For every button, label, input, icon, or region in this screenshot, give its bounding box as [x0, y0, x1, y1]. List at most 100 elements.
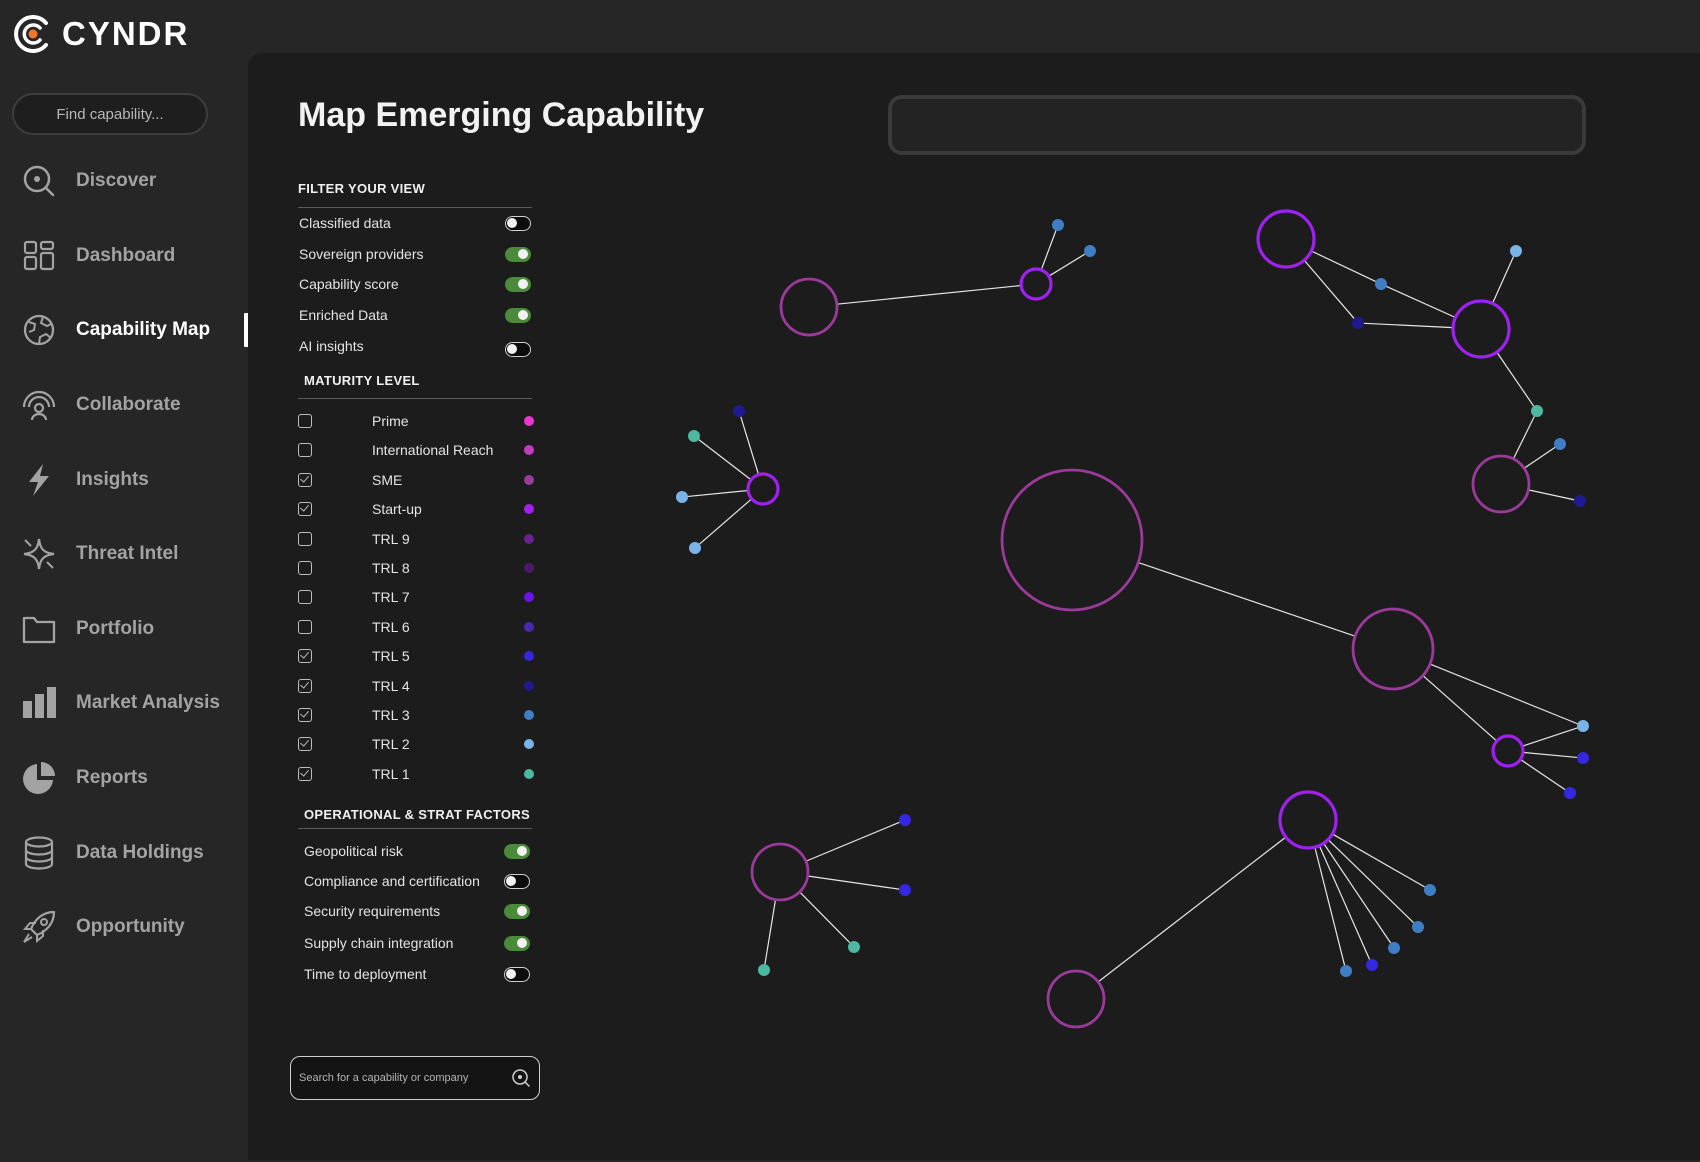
sidebar-item-dashboard[interactable]: Dashboard — [0, 219, 250, 294]
maturity-row[interactable]: TRL 8 — [298, 558, 534, 578]
company-node[interactable] — [1577, 752, 1589, 764]
capability-node[interactable] — [1351, 607, 1435, 691]
maturity-color-dot — [524, 739, 534, 750]
graph-edge — [1040, 230, 1057, 271]
app-logo[interactable]: CYNDR — [12, 12, 189, 56]
sidebar-item-insights[interactable]: Insights — [0, 442, 250, 517]
capability-node[interactable] — [779, 277, 839, 337]
company-node[interactable] — [1574, 495, 1586, 507]
capability-network-graph[interactable] — [600, 180, 1700, 1080]
company-node[interactable] — [1554, 438, 1566, 450]
company-node[interactable] — [689, 542, 701, 554]
sidebar-item-opportunity[interactable]: Opportunity — [0, 890, 250, 965]
sidebar-item-reports[interactable]: Reports — [0, 741, 250, 816]
factors-divider — [298, 828, 532, 829]
factor-label: Compliance and certification — [304, 873, 480, 889]
sidebar-item-collaborate[interactable]: Collaborate — [0, 368, 250, 443]
company-node[interactable] — [758, 964, 770, 976]
find-capability-input[interactable] — [12, 93, 208, 135]
sidebar-item-discover[interactable]: Discover — [0, 144, 250, 219]
security-requirements-toggle[interactable] — [504, 903, 530, 919]
company-node[interactable] — [1577, 720, 1589, 732]
capability-node[interactable] — [1000, 468, 1144, 612]
capability-node[interactable] — [1278, 790, 1338, 850]
capability-node[interactable] — [1451, 299, 1511, 359]
company-node[interactable] — [899, 814, 911, 826]
maturity-row[interactable]: TRL 1 — [298, 764, 534, 784]
pie-chart-icon — [20, 759, 58, 797]
company-node[interactable] — [688, 430, 700, 442]
company-node[interactable] — [1366, 959, 1378, 971]
time-to-deployment-toggle[interactable] — [504, 966, 530, 982]
company-node[interactable] — [1375, 278, 1387, 290]
sovereign-providers-toggle[interactable] — [505, 246, 531, 262]
maturity-color-dot — [524, 474, 534, 485]
company-node[interactable] — [1340, 965, 1352, 977]
top-search-box[interactable] — [888, 95, 1586, 155]
maturity-checkbox[interactable] — [298, 649, 312, 664]
ai-insights-toggle[interactable] — [505, 341, 531, 357]
graph-edge — [836, 284, 1022, 305]
maturity-checkbox[interactable] — [298, 414, 312, 428]
maturity-checkbox[interactable] — [298, 766, 312, 781]
maturity-row[interactable]: TRL 7 — [298, 587, 534, 607]
maturity-row[interactable]: TRL 9 — [298, 529, 534, 549]
maturity-checkbox[interactable] — [298, 737, 312, 752]
capability-node[interactable] — [1256, 209, 1316, 269]
maturity-row[interactable]: TRL 2 — [298, 734, 534, 754]
maturity-row[interactable]: Start-up — [298, 499, 534, 519]
maturity-row[interactable]: TRL 5 — [298, 646, 534, 666]
capability-company-search-input[interactable] — [299, 1072, 511, 1084]
search-icon[interactable] — [511, 1068, 531, 1088]
maturity-color-dot — [524, 680, 534, 691]
company-node[interactable] — [1564, 787, 1576, 799]
company-node[interactable] — [1510, 245, 1522, 257]
company-node[interactable] — [1424, 884, 1436, 896]
supply-chain-toggle[interactable] — [504, 935, 530, 951]
compliance-toggle[interactable] — [504, 873, 530, 889]
maturity-row[interactable]: TRL 3 — [298, 705, 534, 725]
company-node[interactable] — [733, 405, 745, 417]
capability-node[interactable] — [746, 472, 780, 506]
maturity-checkbox[interactable] — [298, 590, 312, 605]
maturity-row[interactable]: SME — [298, 470, 534, 490]
company-node[interactable] — [899, 884, 911, 896]
maturity-row[interactable]: TRL 4 — [298, 676, 534, 696]
maturity-checkbox[interactable] — [298, 708, 312, 722]
capability-node[interactable] — [750, 842, 810, 902]
graph-edge — [805, 821, 900, 862]
company-node[interactable] — [1352, 317, 1364, 329]
company-node[interactable] — [1084, 245, 1096, 257]
company-node[interactable] — [848, 941, 860, 953]
maturity-checkbox[interactable] — [298, 531, 312, 546]
company-node[interactable] — [676, 491, 688, 503]
maturity-checkbox[interactable] — [298, 443, 312, 458]
sidebar-item-threat-intel[interactable]: Threat Intel — [0, 517, 250, 592]
maturity-checkbox[interactable] — [298, 502, 312, 517]
company-node[interactable] — [1531, 405, 1543, 417]
company-node[interactable] — [1052, 219, 1064, 231]
sidebar-item-portfolio[interactable]: Portfolio — [0, 592, 250, 667]
enriched-data-toggle[interactable] — [505, 307, 531, 323]
maturity-row[interactable]: TRL 6 — [298, 617, 534, 637]
capability-score-toggle[interactable] — [505, 276, 531, 292]
page-title: Map Emerging Capability — [298, 96, 705, 134]
maturity-row[interactable]: International Reach — [298, 440, 534, 460]
classified-data-toggle[interactable] — [505, 215, 531, 231]
company-node[interactable] — [1412, 921, 1424, 933]
maturity-checkbox[interactable] — [298, 561, 312, 575]
capability-node[interactable] — [1019, 267, 1053, 301]
sidebar-item-market-analysis[interactable]: Market Analysis — [0, 666, 250, 741]
sidebar-item-capability-map[interactable]: Capability Map — [0, 293, 250, 368]
capability-node[interactable] — [1491, 734, 1525, 768]
company-node[interactable] — [1388, 942, 1400, 954]
capability-node[interactable] — [1046, 969, 1106, 1029]
geopolitical-risk-toggle[interactable] — [504, 843, 530, 859]
capability-node[interactable] — [1471, 454, 1531, 514]
factor-row-time-to-deployment: Time to deployment — [304, 964, 530, 984]
maturity-checkbox[interactable] — [298, 678, 312, 693]
maturity-row[interactable]: Prime — [298, 411, 534, 431]
maturity-checkbox[interactable] — [298, 619, 312, 634]
sidebar-item-data-holdings[interactable]: Data Holdings — [0, 815, 250, 890]
maturity-checkbox[interactable] — [298, 472, 312, 487]
